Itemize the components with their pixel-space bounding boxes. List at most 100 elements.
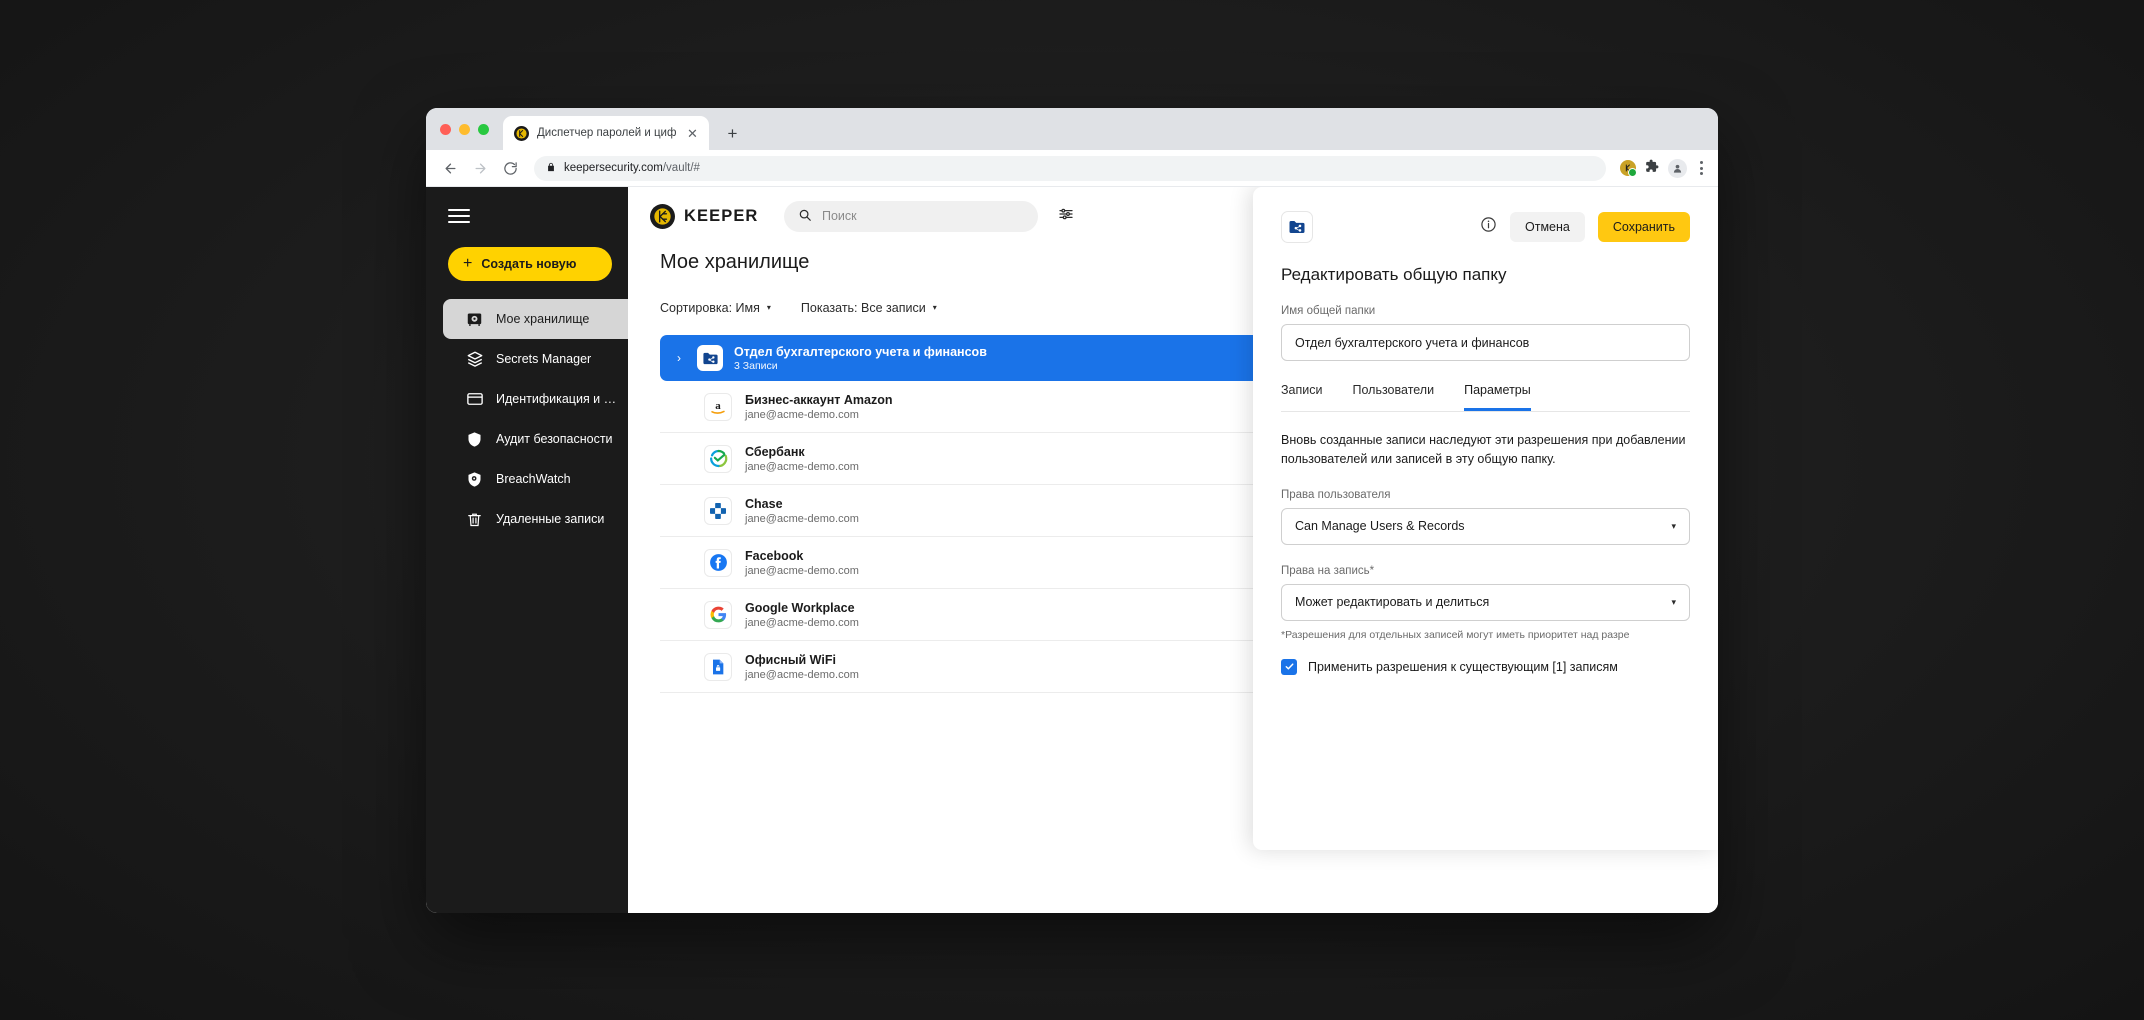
sidebar: + Создать новую Мое хранилище Secrets Ma… (426, 187, 628, 913)
record-title: Google Workplace (745, 600, 855, 615)
save-button[interactable]: Сохранить (1597, 212, 1690, 242)
browser-menu-icon[interactable] (1696, 161, 1707, 175)
panel-description: Вновь созданные записи наследуют эти раз… (1281, 433, 1686, 466)
record-title: Chase (745, 496, 783, 511)
filter-sliders-icon[interactable] (1058, 206, 1074, 227)
user-permissions-value: Can Manage Users & Records (1295, 519, 1465, 533)
browser-window: Диспетчер паролей и циф ✕ + keepersecuri… (426, 108, 1718, 913)
show-dropdown[interactable]: Показать: Все записи ▾ (801, 301, 937, 315)
back-button[interactable] (437, 155, 463, 181)
record-subtitle: jane@acme-demo.com (745, 668, 859, 681)
record-subtitle: jane@acme-demo.com (745, 512, 859, 525)
keeper-extension-icon[interactable] (1620, 160, 1637, 177)
folder-name: Отдел бухгалтерского учета и финансов (734, 344, 987, 359)
record-title: Facebook (745, 548, 804, 563)
layers-icon (465, 350, 484, 369)
browser-omnibar: keepersecurity.com/vault/# (426, 150, 1718, 187)
address-bar[interactable]: keepersecurity.com/vault/# (534, 155, 1606, 181)
cancel-button[interactable]: Отмена (1510, 212, 1585, 242)
apply-permissions-label: Применить разрешения к существующим [1] … (1308, 659, 1618, 674)
record-subtitle: jane@acme-demo.com (745, 564, 859, 577)
show-label: Показать: Все записи (800, 300, 926, 315)
folder-name-input[interactable]: Отдел бухгалтерского учета и финансов (1281, 324, 1690, 361)
card-icon (465, 390, 484, 409)
close-window-button[interactable] (440, 123, 451, 135)
sidebar-item-label: Мое хранилище (496, 312, 590, 326)
maximize-window-button[interactable] (478, 123, 489, 135)
record-meta: Google Workplace jane@acme-demo.com (745, 601, 859, 629)
keeper-logo-icon (514, 125, 529, 141)
sort-dropdown[interactable]: Сортировка: Имя ▾ (660, 301, 771, 315)
sidebar-item-security-audit[interactable]: Аудит безопасности (443, 419, 628, 459)
browser-tab-title: Диспетчер паролей и циф (537, 127, 677, 139)
google-icon (704, 600, 732, 629)
amazon-icon: a (704, 392, 732, 421)
user-permissions-select[interactable]: Can Manage Users & Records ▾ (1281, 507, 1690, 545)
sberbank-icon (704, 444, 732, 473)
reload-button[interactable] (497, 155, 523, 181)
tab-settings[interactable]: Параметры (1464, 383, 1531, 411)
record-title: Офисный WiFi (745, 652, 836, 667)
permissions-footnote: *Разрешения для отдельных записей могут … (1281, 628, 1630, 641)
chevron-down-icon: ▾ (766, 303, 771, 312)
shared-folder-icon (697, 345, 723, 371)
chevron-down-icon: ▾ (932, 303, 937, 312)
record-permissions-value: Может редактировать и делиться (1295, 595, 1490, 609)
sidebar-item-my-vault[interactable]: Мое хранилище (443, 299, 628, 339)
record-title: Сбербанк (745, 444, 805, 459)
keeper-brand-text: KEEPER (684, 206, 759, 225)
hamburger-icon[interactable] (448, 209, 470, 223)
create-new-label: Создать новую (481, 257, 577, 271)
create-new-button[interactable]: + Создать новую (448, 247, 612, 281)
sidebar-item-breachwatch[interactable]: BreachWatch (443, 459, 628, 499)
sidebar-item-label: Secrets Manager (496, 352, 592, 366)
forward-button[interactable] (467, 155, 493, 181)
sidebar-item-identity-payments[interactable]: Идентификация и пл... (443, 379, 628, 419)
omnibar-icons (1617, 158, 1707, 178)
new-tab-button[interactable]: + (718, 119, 746, 147)
expand-chevron-icon[interactable]: › (672, 351, 686, 365)
search-input[interactable]: Поиск (784, 200, 1038, 232)
url-host: keepersecurity.com (564, 162, 663, 174)
browser-tab[interactable]: Диспетчер паролей и циф ✕ (503, 116, 710, 150)
svg-text:a: a (715, 399, 721, 411)
main-content: KEEPER Поиск Мое хранилище Сортировка: И… (628, 187, 1718, 913)
sidebar-item-secrets-manager[interactable]: Secrets Manager (443, 339, 628, 379)
record-meta: Офисный WiFi jane@acme-demo.com (745, 653, 859, 681)
panel-actions: Отмена Сохранить (1480, 212, 1690, 242)
tab-records[interactable]: Записи (1281, 383, 1323, 411)
record-meta: Сбербанк jane@acme-demo.com (745, 445, 859, 473)
apply-permissions-checkbox[interactable] (1281, 658, 1297, 675)
chase-icon (704, 496, 732, 525)
sidebar-item-deleted-records[interactable]: Удаленные записи (443, 499, 628, 539)
close-tab-button[interactable]: ✕ (684, 125, 700, 141)
keeper-brand: KEEPER (650, 203, 766, 229)
panel-title: Редактировать общую папку (1281, 265, 1507, 284)
trash-icon (465, 510, 484, 529)
record-title: Бизнес-аккаунт Amazon (745, 392, 893, 407)
facebook-icon (704, 548, 732, 577)
window-traffic-lights (440, 108, 503, 150)
keeper-app: + Создать новую Мое хранилище Secrets Ma… (426, 187, 1718, 913)
tab-users[interactable]: Пользователи (1353, 383, 1435, 411)
folder-record-count: 3 Записи (734, 359, 778, 372)
file-lock-icon (704, 652, 732, 681)
user-permissions-label: Права пользователя (1281, 488, 1391, 501)
shield-icon (465, 430, 484, 449)
info-icon[interactable] (1480, 216, 1497, 238)
edit-shared-folder-panel: Отмена Сохранить Редактировать общую пап… (1253, 187, 1718, 850)
record-permissions-select[interactable]: Может редактировать и делиться ▾ (1281, 583, 1690, 621)
record-subtitle: jane@acme-demo.com (745, 460, 859, 473)
browser-tabbar: Диспетчер паролей и циф ✕ + (426, 108, 1718, 150)
vault-icon (465, 310, 484, 329)
panel-tabs: Записи Пользователи Параметры (1281, 383, 1690, 412)
apply-permissions-checkbox-row[interactable]: Применить разрешения к существующим [1] … (1281, 658, 1690, 675)
chevron-down-icon: ▾ (1671, 520, 1676, 531)
extensions-puzzle-icon[interactable] (1645, 159, 1659, 178)
sidebar-nav: Мое хранилище Secrets Manager Идентифика… (426, 299, 628, 539)
breachwatch-icon (465, 470, 484, 489)
record-meta: Chase jane@acme-demo.com (745, 497, 859, 525)
minimize-window-button[interactable] (459, 123, 470, 135)
profile-avatar-icon[interactable] (1668, 158, 1687, 178)
sidebar-item-label: BreachWatch (496, 472, 571, 486)
